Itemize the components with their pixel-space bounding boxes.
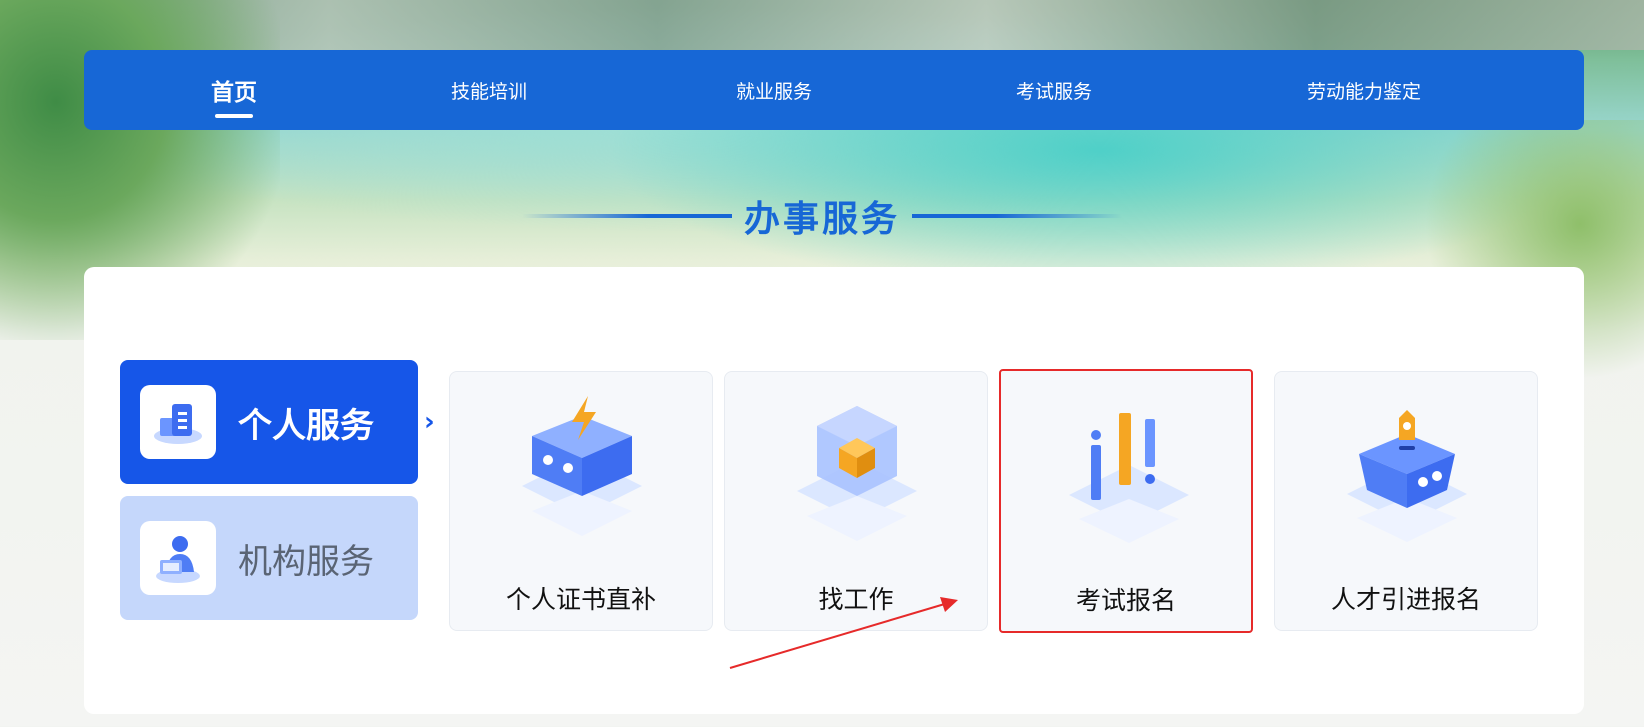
- building-icon: [140, 385, 216, 459]
- background-cliffs: [0, 0, 1644, 50]
- service-card-find-job[interactable]: 找工作: [724, 371, 988, 631]
- service-panel: 个人服务 › 机构服务 个人证书直补 找工作 考试报名 人才引进报名: [84, 267, 1584, 714]
- cube-lightning-icon: [502, 396, 662, 546]
- service-card-label: 找工作: [818, 586, 894, 614]
- title-line-right: [912, 214, 1122, 218]
- section-title: 办事服务: [743, 198, 900, 239]
- nav-item-employment-service[interactable]: 就业服务: [699, 50, 849, 130]
- service-card-exam-registration[interactable]: 考试报名: [999, 369, 1253, 633]
- top-nav: 首页 技能培训 就业服务 考试服务 劳动能力鉴定: [84, 50, 1584, 130]
- title-line-left: [521, 214, 732, 218]
- bar-chart-exclamation-icon: [1049, 395, 1209, 545]
- glass-cube-icon: [777, 396, 937, 546]
- service-card-talent-recruitment[interactable]: 人才引进报名: [1274, 371, 1538, 631]
- chevron-right-icon: ›: [424, 407, 435, 437]
- category-label: 个人服务: [238, 406, 374, 445]
- nav-item-skill-training[interactable]: 技能培训: [414, 50, 564, 130]
- ballot-box-icon: [1327, 396, 1487, 546]
- section-heading: 办事服务: [0, 186, 1644, 246]
- service-card-label: 人才引进报名: [1330, 586, 1481, 614]
- service-card-label: 个人证书直补: [505, 586, 656, 614]
- nav-item-exam-service[interactable]: 考试服务: [979, 50, 1129, 130]
- category-organization-service[interactable]: 机构服务: [120, 496, 418, 620]
- category-label: 机构服务: [238, 542, 374, 581]
- category-personal-service[interactable]: 个人服务: [120, 360, 418, 484]
- nav-item-work-ability-assessment[interactable]: 劳动能力鉴定: [1264, 50, 1464, 130]
- nav-item-home[interactable]: 首页: [174, 50, 294, 130]
- person-computer-icon: [140, 521, 216, 595]
- service-card-certificate-subsidy[interactable]: 个人证书直补: [449, 371, 713, 631]
- service-card-label: 考试报名: [1075, 587, 1176, 615]
